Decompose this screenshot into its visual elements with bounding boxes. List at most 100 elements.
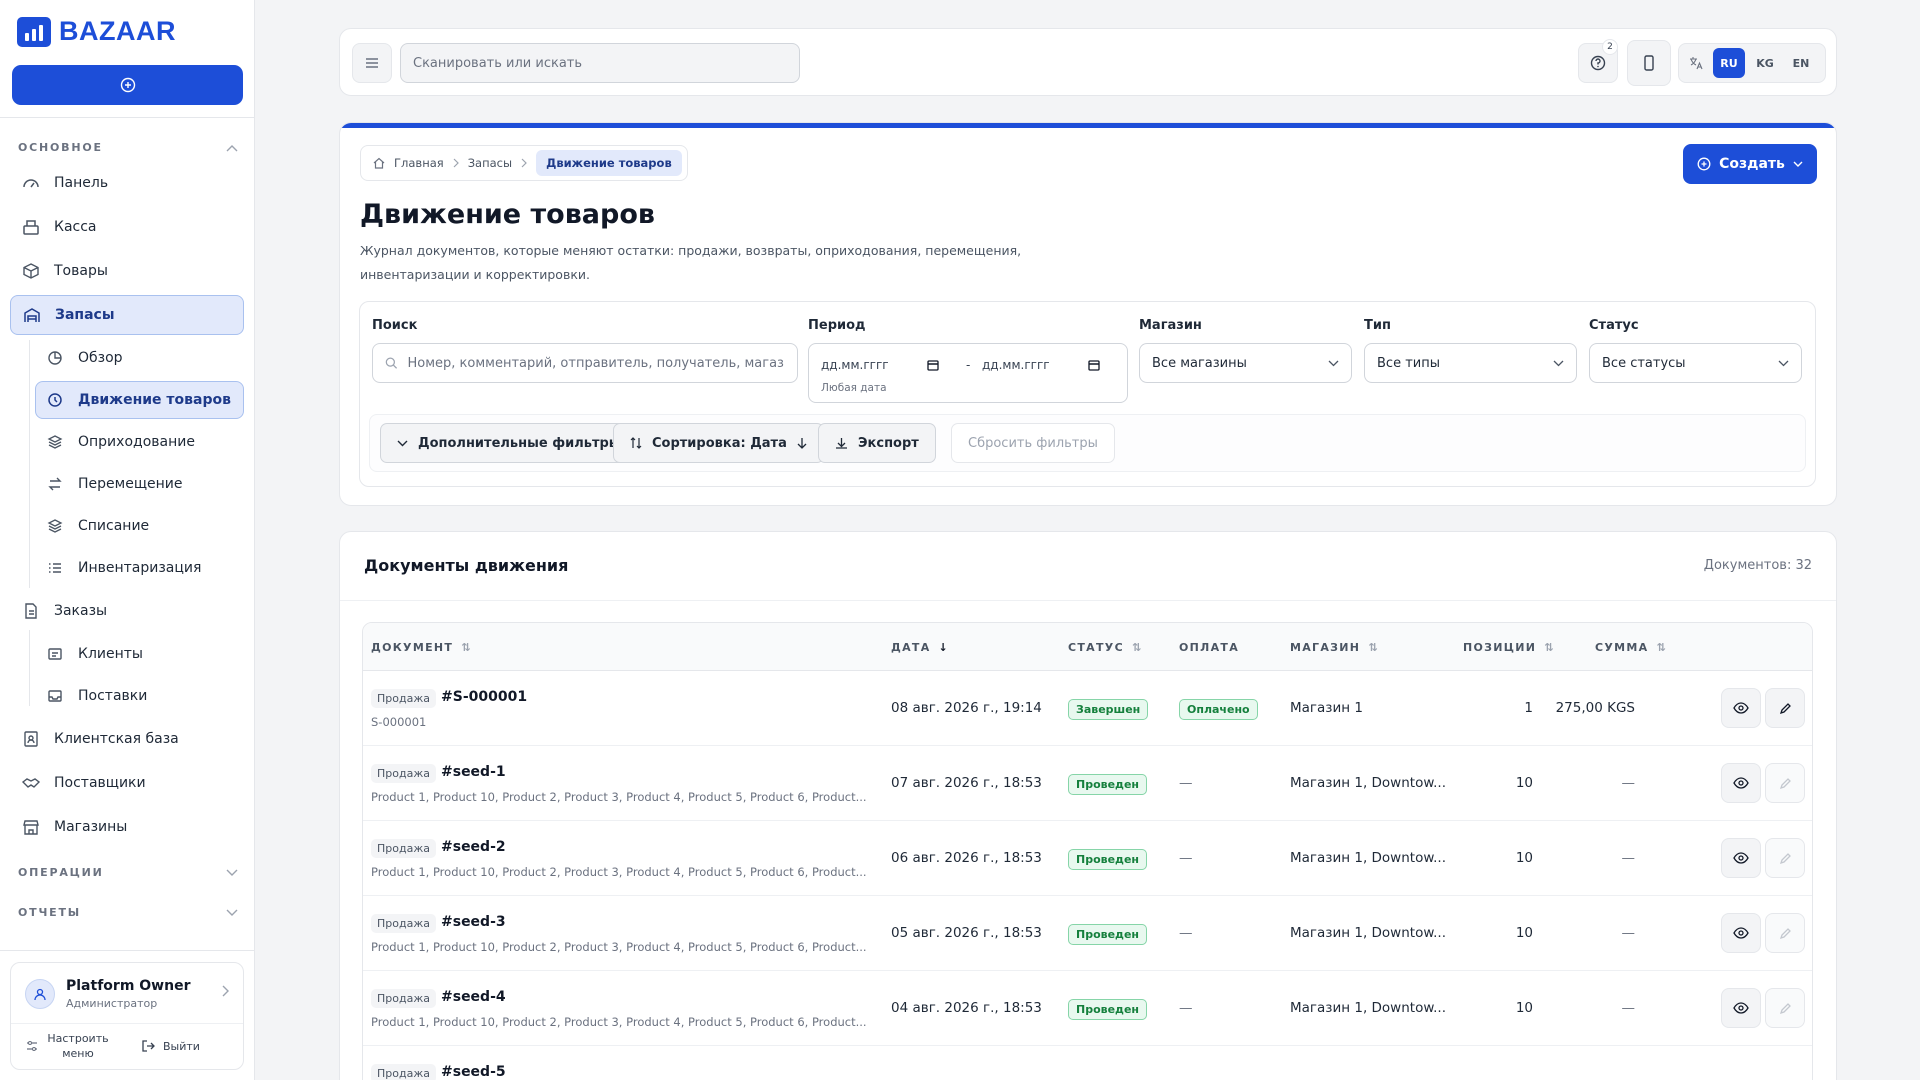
- doc-number[interactable]: #seed-1: [441, 764, 506, 780]
- store-icon: [22, 818, 40, 836]
- column-store[interactable]: МАГАЗИН ⇅: [1290, 641, 1379, 654]
- table-row[interactable]: Продажа #S-000001 S-000001 08 авг. 2026 …: [363, 671, 1812, 746]
- period-filter-label: Период: [808, 318, 866, 333]
- sort-button[interactable]: Сортировка: Дата: [613, 423, 824, 463]
- doc-number[interactable]: #seed-5: [441, 1064, 506, 1080]
- column-positions[interactable]: ПОЗИЦИИ ⇅: [1463, 641, 1555, 654]
- edit-button[interactable]: [1765, 688, 1805, 728]
- status-badge: Проведен: [1068, 999, 1148, 1020]
- sidebar-item-inventory[interactable]: Инвентаризация: [46, 559, 201, 577]
- edit-button[interactable]: [1765, 763, 1805, 803]
- sidebar-item-label: Поставщики: [54, 775, 146, 791]
- configure-menu-button[interactable]: Настроить меню: [25, 1031, 109, 1061]
- chevron-right-icon[interactable]: [221, 985, 229, 997]
- pencil-icon: [1779, 852, 1791, 864]
- document-search-input[interactable]: Номер, комментарий, отправитель, получат…: [372, 343, 798, 383]
- date-from-input[interactable]: дд.мм.гггг: [821, 358, 939, 372]
- doc-subtitle: Product 1, Product 10, Product 2, Produc…: [371, 1015, 867, 1029]
- column-sum[interactable]: СУММА ⇅: [1595, 641, 1667, 654]
- table-row[interactable]: Продажа #seed-2 Product 1, Product 10, P…: [363, 821, 1812, 896]
- logout-button[interactable]: Выйти: [141, 1039, 200, 1053]
- column-document[interactable]: ДОКУМЕНТ ⇅: [371, 641, 472, 654]
- doc-type-tag: Продажа: [371, 914, 436, 933]
- reset-filters-button[interactable]: Сбросить фильтры: [951, 423, 1115, 463]
- sidebar-item-clients[interactable]: Клиенты: [46, 645, 143, 663]
- breadcrumb-stock[interactable]: Запасы: [468, 156, 512, 170]
- date-separator: -: [966, 358, 971, 372]
- section-main-toggle[interactable]: ОСНОВНОЕ: [18, 141, 238, 154]
- doc-type-tag: Продажа: [371, 839, 436, 858]
- view-button[interactable]: [1721, 838, 1761, 878]
- table-row[interactable]: Продажа #seed-1 Product 1, Product 10, P…: [363, 746, 1812, 821]
- lang-en-button[interactable]: EN: [1785, 48, 1817, 78]
- table-row[interactable]: Продажа #seed-4 Product 1, Product 10, P…: [363, 971, 1812, 1046]
- more-filters-button[interactable]: Дополнительные фильтры: [380, 423, 638, 463]
- table-row[interactable]: Продажа #seed-3 Product 1, Product 10, P…: [363, 896, 1812, 971]
- eye-icon: [1733, 852, 1749, 864]
- sidebar-item-stock[interactable]: Запасы: [10, 295, 244, 335]
- store-select[interactable]: Все магазины: [1139, 343, 1352, 383]
- help-button[interactable]: 2: [1578, 39, 1618, 83]
- sidebar-item-receiving[interactable]: Оприходование: [46, 433, 195, 451]
- payment-value: —: [1179, 850, 1193, 866]
- sort-icon: ⇅: [1368, 641, 1379, 654]
- export-button[interactable]: Экспорт: [818, 423, 936, 463]
- store-select-value: Все магазины: [1152, 355, 1247, 371]
- create-button[interactable]: Создать: [1683, 144, 1817, 184]
- user-icon: [34, 988, 46, 1001]
- table-row[interactable]: Продажа #seed-5: [363, 1046, 1812, 1080]
- date-to-input[interactable]: дд.мм.гггг: [982, 358, 1100, 372]
- payment-value: —: [1179, 1000, 1193, 1016]
- section-operations-toggle[interactable]: ОПЕРАЦИИ: [18, 866, 238, 879]
- brand-logo[interactable]: BAZAAR: [17, 16, 176, 47]
- sidebar-item-overview[interactable]: Обзор: [46, 349, 123, 367]
- user-name[interactable]: Platform Owner: [66, 978, 190, 994]
- column-status[interactable]: СТАТУС ⇅: [1068, 641, 1142, 654]
- sidebar-item-cash[interactable]: Касса: [22, 218, 97, 236]
- doc-number[interactable]: #S-000001: [441, 689, 527, 705]
- view-button[interactable]: [1721, 763, 1761, 803]
- document-search-placeholder: Номер, комментарий, отправитель, получат…: [407, 355, 786, 371]
- view-button[interactable]: [1721, 913, 1761, 953]
- view-button[interactable]: [1721, 988, 1761, 1028]
- status-select[interactable]: Все статусы: [1589, 343, 1802, 383]
- doc-number[interactable]: #seed-2: [441, 839, 506, 855]
- column-date[interactable]: ДАТА ↓: [891, 641, 949, 654]
- sidebar-item-products[interactable]: Товары: [22, 262, 108, 280]
- global-search-input[interactable]: [400, 43, 800, 83]
- chevron-down-icon: [1553, 360, 1564, 366]
- doc-date: 07 авг. 2026 г., 18:53: [891, 775, 1042, 791]
- sidebar-item-stores[interactable]: Магазины: [22, 818, 127, 836]
- doc-number[interactable]: #seed-3: [441, 914, 506, 930]
- view-button[interactable]: [1721, 688, 1761, 728]
- sidebar-item-deliveries[interactable]: Поставки: [46, 687, 147, 705]
- section-reports-toggle[interactable]: ОТЧЕТЫ: [18, 906, 238, 919]
- breadcrumb-home[interactable]: Главная: [394, 156, 444, 170]
- sidebar-item-orders[interactable]: Заказы: [22, 602, 107, 620]
- doc-number[interactable]: #seed-4: [441, 989, 506, 1005]
- mobile-view-button[interactable]: [1627, 40, 1671, 86]
- search-filter-label: Поиск: [372, 318, 418, 333]
- sidebar-item-transfer[interactable]: Перемещение: [46, 475, 182, 493]
- chevron-down-icon: [397, 440, 408, 446]
- lang-ru-button[interactable]: RU: [1713, 48, 1745, 78]
- sidebar-item-movements[interactable]: Движение товаров: [35, 381, 244, 419]
- edit-button[interactable]: [1765, 988, 1805, 1028]
- sidebar-item-dashboard[interactable]: Панель: [22, 174, 108, 192]
- chevron-down-icon: [1793, 161, 1803, 167]
- cash-register-icon: [22, 218, 40, 236]
- menu-toggle-button[interactable]: [352, 43, 392, 83]
- edit-button[interactable]: [1765, 913, 1805, 953]
- edit-button[interactable]: [1765, 838, 1805, 878]
- sidebar-item-client-base[interactable]: Клиентская база: [22, 730, 179, 748]
- help-badge: 2: [1602, 39, 1618, 55]
- sidebar-item-label: Инвентаризация: [78, 560, 202, 576]
- avatar[interactable]: [25, 979, 55, 1009]
- eye-icon: [1733, 702, 1749, 714]
- doc-store: Магазин 1: [1290, 700, 1363, 716]
- sidebar-item-writeoff[interactable]: Списание: [46, 517, 149, 535]
- new-action-button[interactable]: [12, 65, 243, 105]
- sidebar-item-suppliers[interactable]: Поставщики: [22, 774, 146, 792]
- type-select[interactable]: Все типы: [1364, 343, 1577, 383]
- lang-kg-button[interactable]: KG: [1749, 48, 1781, 78]
